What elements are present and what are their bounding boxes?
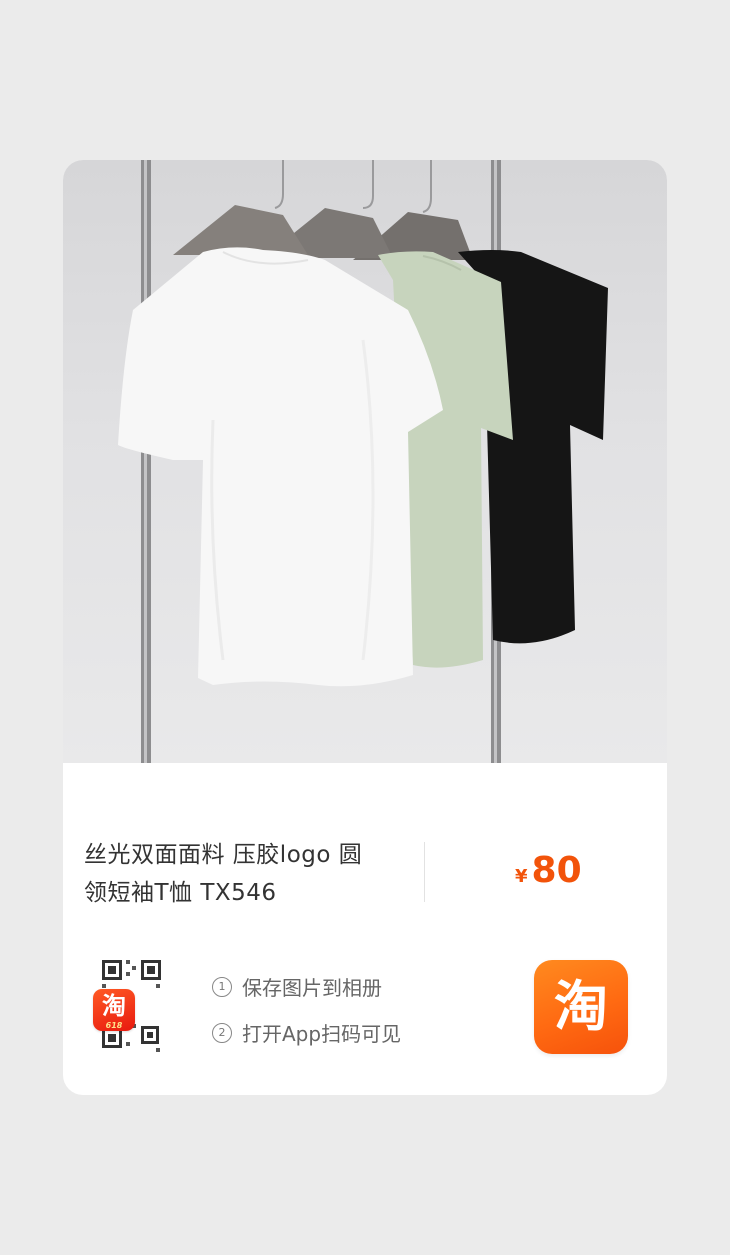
white-tshirt — [118, 247, 443, 687]
taobao-badge-glyph: 淘 — [102, 992, 126, 1020]
price: ¥80 — [515, 850, 582, 891]
step-number-1: 1 — [212, 976, 232, 997]
price-value: 80 — [531, 850, 582, 891]
step-number-2: 2 — [212, 1022, 232, 1043]
price-currency-symbol: ¥ — [515, 866, 528, 887]
product-title: 丝光双面面料 压胶logo 圆 领短袖T恤 TX546 — [84, 836, 414, 912]
taobao-badge-sub: 618 — [105, 1021, 123, 1030]
tshirts-on-rack-image — [118, 160, 608, 763]
taobao-badge-icon: 淘 618 — [93, 989, 135, 1031]
title-price-divider — [424, 842, 425, 902]
product-title-line2: 领短袖T恤 TX546 — [84, 880, 277, 906]
product-title-line1: 丝光双面面料 压胶logo 圆 — [84, 842, 363, 868]
step-open-app: 2 打开App扫码可见 — [212, 1018, 401, 1047]
share-card: 丝光双面面料 压胶logo 圆 领短袖T恤 TX546 ¥80 淘 618 1 … — [63, 160, 667, 1095]
step-label-1: 保存图片到相册 — [242, 976, 382, 1000]
product-photo — [63, 160, 667, 763]
taobao-logo-icon[interactable]: 淘 — [534, 960, 628, 1054]
step-save-image: 1 保存图片到相册 — [212, 972, 382, 1001]
step-label-2: 打开App扫码可见 — [242, 1022, 402, 1046]
